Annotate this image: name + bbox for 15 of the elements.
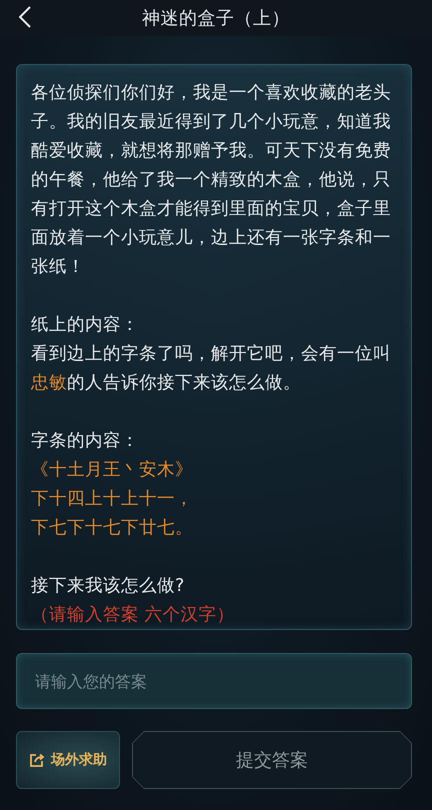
- story-text: 下七下十七下廿七。: [31, 517, 194, 540]
- story-text: 各位侦探们你们好，我是一个喜欢收藏的老头子。我的旧友最近得到了几个小玩意，知道我酷爱收藏，就想将那赠予我。可天下没有免费的午餐，他给了我一个精致的木盒，他说，只有打开这个木盒才能得到里面的宝贝，盒子里面放着一个小玩意儿，边上还有一张字条和一张纸！: [31, 82, 392, 279]
- story-text: 下十四上十上十一，: [31, 488, 194, 511]
- help-button[interactable]: 场外求助: [16, 731, 120, 789]
- story-text: 《十土月王丶安木》: [31, 459, 194, 482]
- story-text: 看到边上的字条了吗，解开它吧，会有一位叫 忠敏的人告诉你接下来该怎么做。: [31, 343, 392, 395]
- story-text: （请输入答案 六个汉字）: [31, 604, 236, 627]
- story-text: 字条的内容：: [31, 430, 140, 453]
- story-text: 接下来我该怎么做?: [31, 575, 186, 598]
- story-text: 纸上的内容：: [31, 314, 140, 337]
- page-title: 神迷的盒子（上）: [142, 7, 290, 30]
- back-icon: [19, 6, 31, 28]
- submit-button[interactable]: 提交答案: [132, 731, 412, 789]
- answer-field[interactable]: 请输入您的答案: [16, 653, 412, 709]
- share-icon: [29, 752, 45, 768]
